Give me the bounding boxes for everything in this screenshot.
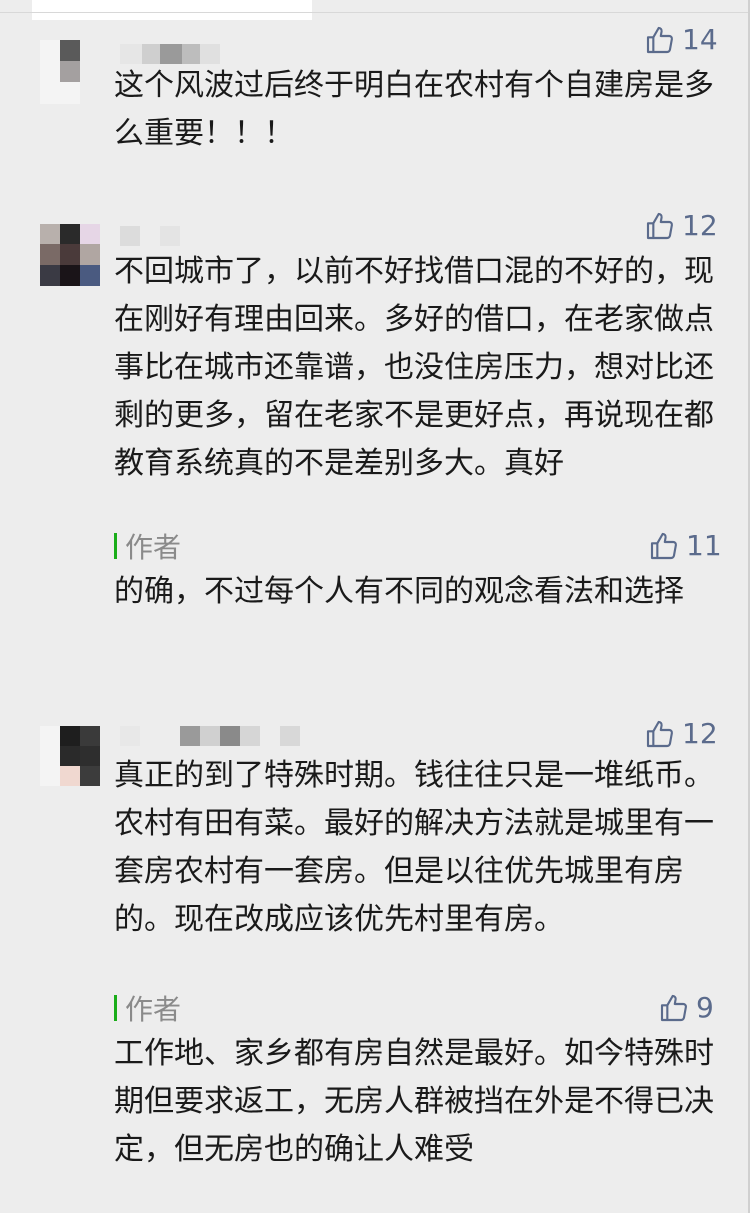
comment-text: 真正的到了特殊时期。钱往往只是一堆纸币。农村有田有菜。最好的解决方法就是城里有一… <box>114 758 714 937</box>
like-count: 12 <box>682 717 718 750</box>
avatar[interactable] <box>40 726 100 786</box>
username-blurred[interactable] <box>120 726 300 746</box>
author-reply-tag: 作者 <box>114 530 181 564</box>
comment-text: 不回城市了，以前不好找借口混的不好的，现在刚好有理由回来。多好的借口，在老家做点… <box>114 254 714 481</box>
top-strip <box>32 0 312 20</box>
username-blurred[interactable] <box>120 226 180 246</box>
author-bar <box>114 533 117 559</box>
author-label: 作者 <box>125 993 182 1026</box>
author-reply-tag: 作者 <box>114 992 181 1026</box>
author-bar <box>114 995 117 1021</box>
reply-text: 的确，不过每个人有不同的观念看法和选择 <box>114 574 684 609</box>
username-blurred[interactable] <box>120 44 220 64</box>
like-button[interactable]: 11 <box>648 530 722 562</box>
thumbs-up-icon <box>646 26 673 54</box>
thumbs-up-icon <box>650 532 677 560</box>
like-count: 12 <box>682 209 718 242</box>
like-button[interactable]: 12 <box>644 210 718 242</box>
thumbs-up-icon <box>646 212 673 240</box>
avatar[interactable] <box>40 224 100 286</box>
top-divider <box>0 12 750 13</box>
thumbs-up-icon <box>646 720 673 748</box>
like-button[interactable]: 9 <box>658 992 714 1024</box>
like-count: 9 <box>696 991 714 1024</box>
reply-text: 工作地、家乡都有房自然是最好。如今特殊时期但要求返工，无房人群被挡在外是不得已决… <box>114 1036 714 1167</box>
like-button[interactable]: 12 <box>644 718 718 750</box>
like-count: 11 <box>686 529 722 562</box>
like-button[interactable]: 14 <box>644 24 718 56</box>
thumbs-up-icon <box>660 994 687 1022</box>
comment-text: 这个风波过后终于明白在农村有个自建房是多么重要！！！ <box>114 68 714 151</box>
like-count: 14 <box>682 23 718 56</box>
author-label: 作者 <box>125 531 182 564</box>
avatar[interactable] <box>40 40 100 104</box>
